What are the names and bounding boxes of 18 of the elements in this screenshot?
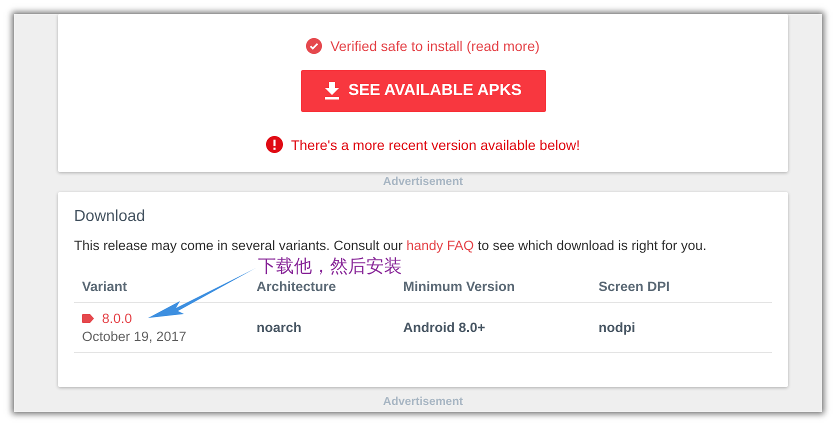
check-circle-icon: [306, 38, 322, 54]
tag-icon: [82, 314, 94, 324]
table-cell: noarch: [248, 302, 396, 353]
column-header: Screen DPI: [590, 267, 772, 303]
alert-icon: [266, 136, 283, 153]
section-title: Download: [74, 208, 146, 226]
download-icon: [324, 82, 340, 100]
see-apks-button[interactable]: SEE AVAILABLE APKS: [300, 70, 546, 112]
verified-link[interactable]: Verified safe to install (read more): [330, 38, 540, 54]
release-date: October 19, 2017: [82, 329, 188, 344]
version-link[interactable]: 8.0.0: [102, 311, 132, 326]
table-cell: nodpi: [590, 302, 772, 353]
ad-label: Advertisement: [382, 395, 464, 410]
table-cell: Android 8.0+: [395, 302, 591, 353]
warning-text: There's a more recent version available below!: [290, 136, 580, 152]
ad-label: Advertisement: [382, 175, 464, 190]
faq-link[interactable]: handy FAQ: [406, 238, 474, 254]
description-text: This release may come in several variants. Consult our handy FAQ to see which download is right for you.: [74, 238, 708, 254]
